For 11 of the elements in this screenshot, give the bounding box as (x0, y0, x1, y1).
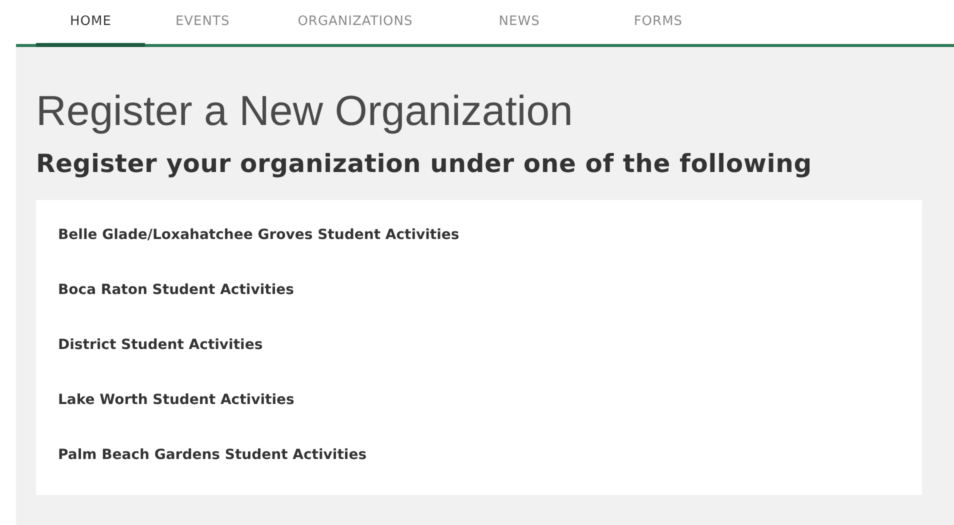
organization-link[interactable]: Belle Glade/Loxahatchee Groves Student Activities (58, 208, 460, 263)
organization-link[interactable]: Boca Raton Student Activities (58, 263, 294, 318)
section-heading: Register your organization under one of the following (36, 149, 813, 178)
organization-link[interactable]: Lake Worth Student Activities (58, 373, 294, 428)
nav-tab[interactable]: EVENTS (145, 0, 260, 47)
organization-link[interactable]: District Student Activities (58, 318, 263, 373)
nav-tab[interactable]: ORGANIZATIONS (260, 0, 451, 47)
page-title: Register a New Organization (36, 87, 574, 135)
nav-tab[interactable]: NEWS (450, 0, 588, 47)
organization-link[interactable]: Palm Beach Gardens Student Activities (58, 428, 367, 483)
nav-tab[interactable]: FORMS (588, 0, 729, 47)
